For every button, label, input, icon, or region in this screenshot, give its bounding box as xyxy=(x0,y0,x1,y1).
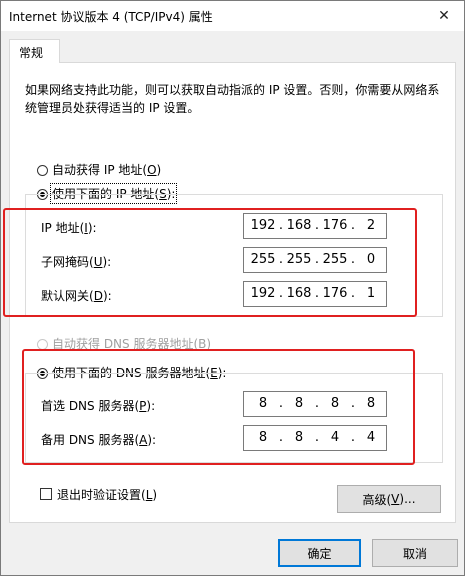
tab-general[interactable]: 常规 xyxy=(9,39,60,63)
title-bar: Internet 协议版本 4 (TCP/IPv4) 属性 ✕ xyxy=(1,1,464,31)
dns-highlight-box xyxy=(22,349,415,465)
validate-checkbox-label[interactable]: 退出时验证设置(L) xyxy=(57,486,157,503)
tab-general-label: 常规 xyxy=(19,46,44,60)
cancel-button[interactable]: 取消 xyxy=(372,539,458,567)
advanced-button[interactable]: 高级(V)... xyxy=(337,485,441,513)
radio-auto-ip[interactable] xyxy=(37,165,48,176)
ip-highlight-box xyxy=(3,208,417,317)
ok-button[interactable]: 确定 xyxy=(278,539,361,567)
radio-auto-ip-label[interactable]: 自动获得 IP 地址(O) xyxy=(52,161,161,178)
dialog-window: Internet 协议版本 4 (TCP/IPv4) 属性 ✕ 常规 如果网络支… xyxy=(0,0,465,576)
validate-checkbox[interactable] xyxy=(40,488,52,500)
description-text: 如果网络支持此功能，则可以获取自动指派的 IP 设置。否则，你需要从网络系统管理… xyxy=(25,83,440,115)
close-button[interactable]: ✕ xyxy=(424,1,464,31)
window-title: Internet 协议版本 4 (TCP/IPv4) 属性 xyxy=(9,10,213,24)
